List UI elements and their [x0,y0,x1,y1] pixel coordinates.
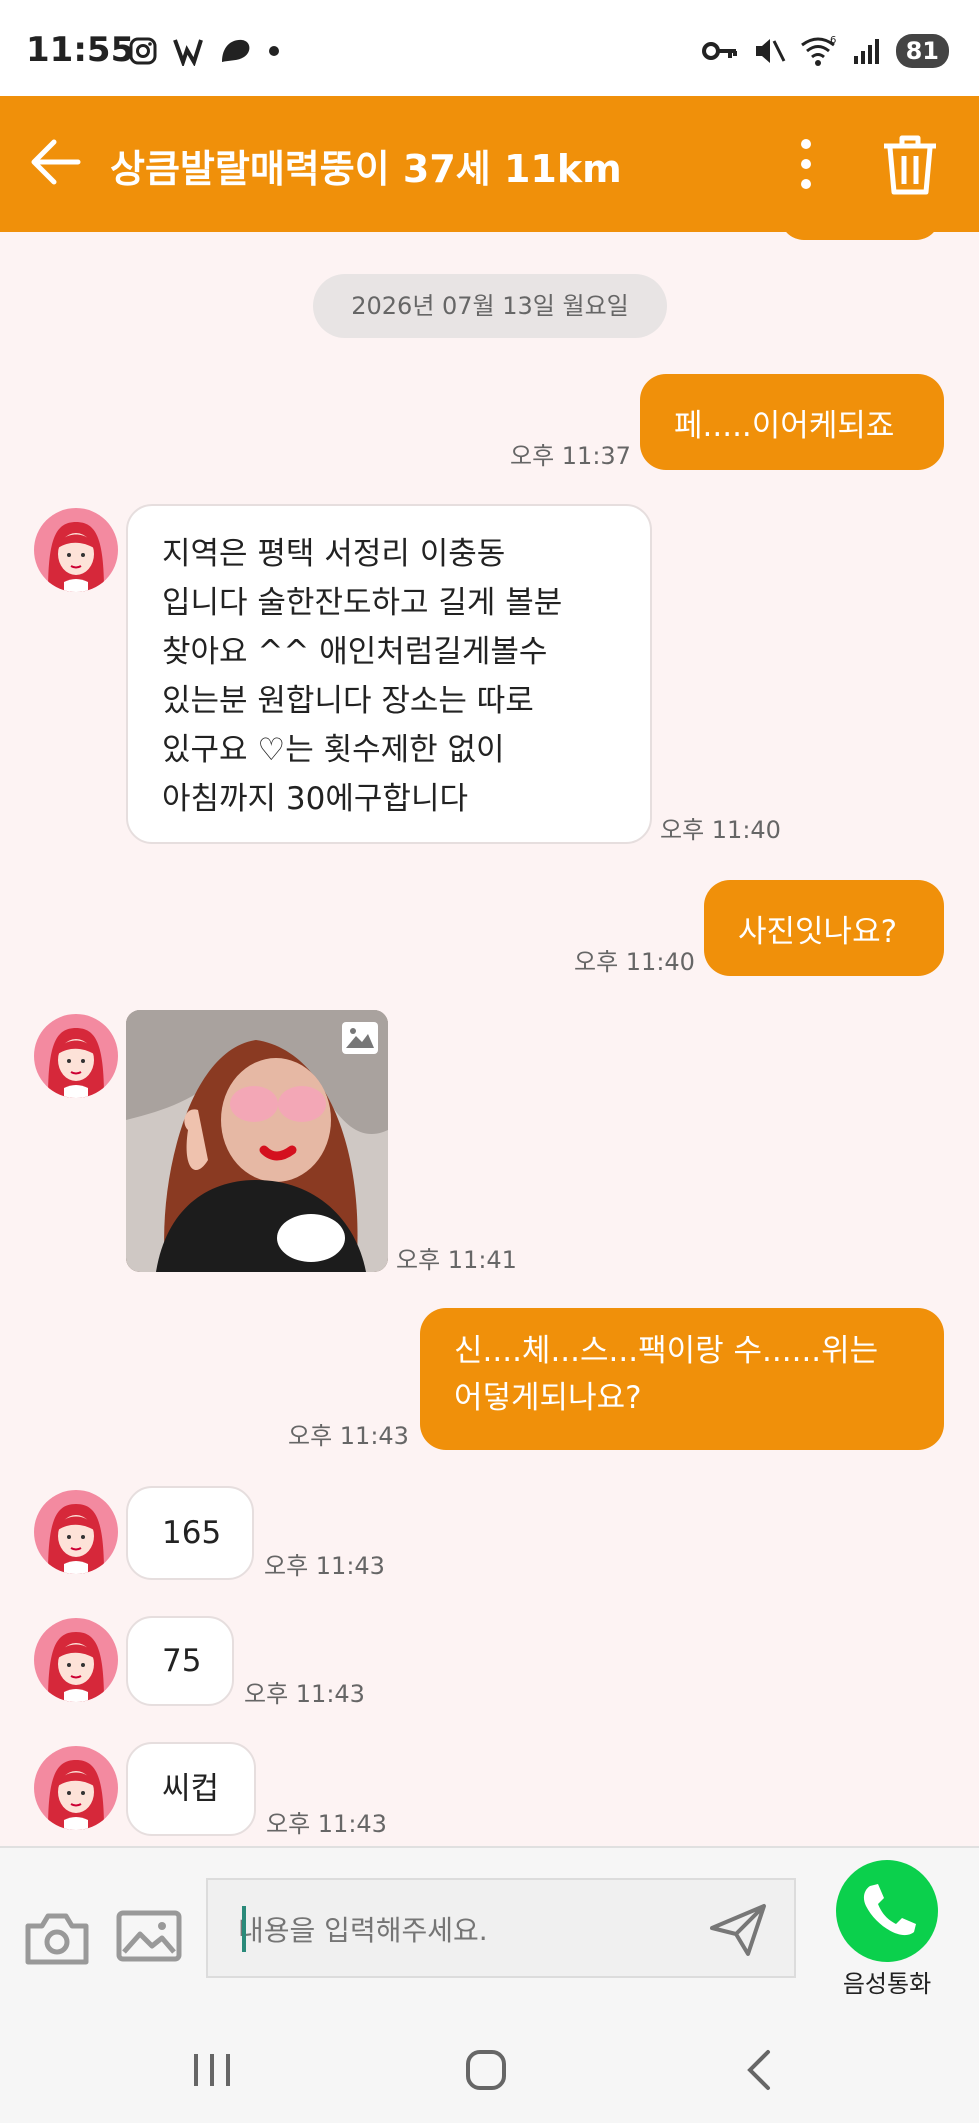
send-icon[interactable] [708,1902,768,1958]
status-time: 11:55 [26,30,135,70]
key-icon [701,42,737,60]
gallery-badge-icon [342,1022,378,1054]
camera-icon[interactable] [24,1910,90,1966]
composer-bar: 음성통화 [0,1846,979,2010]
avatar-girl-icon [48,1504,104,1574]
home-icon[interactable] [456,2040,516,2100]
voice-call-button[interactable] [836,1860,938,1962]
date-divider: 2026년 07월 13일 월요일 [313,274,667,338]
incoming-message[interactable]: 지역은 평택 서정리 이충동 입니다 술한잔도하고 길게 볼분 찾아요 ^^ 애… [126,504,652,844]
photo-attachment[interactable] [126,1010,388,1272]
message-input-box[interactable] [206,1878,796,1978]
instagram-icon [129,37,157,65]
more-menu-icon[interactable] [786,136,826,192]
avatar[interactable] [34,1746,118,1830]
battery-level: 81 [895,34,949,68]
avatar-girl-icon [48,1028,104,1098]
dot-icon [269,46,279,56]
signal-icon [853,39,879,64]
avatar[interactable] [34,1618,118,1702]
chat-app-icon [222,39,250,62]
status-right-icons: 6 81 [701,34,949,68]
voice-call-label[interactable]: 음성통화 [820,1964,954,1999]
avatar-girl-icon [48,1760,104,1830]
wifi-icon: 6 [800,35,836,66]
svg-text:6: 6 [830,35,836,46]
message-list[interactable]: 2026년 07월 13일 월요일 페.....이어케되죠 오후 11:37 지… [0,232,979,1846]
message-time: 오후 11:43 [264,1552,385,1580]
recent-apps-icon[interactable] [182,2040,242,2100]
status-bar: 11:55 6 81 [0,0,979,96]
incoming-message[interactable]: 씨컵 [126,1742,256,1836]
trash-icon[interactable] [878,132,942,198]
avatar-girl-icon [48,522,104,592]
avatar[interactable] [34,508,118,592]
outgoing-message[interactable]: 신....체...스...팩이랑 수......위는 어덯게되나요? [420,1308,944,1450]
message-time: 오후 11:37 [510,442,631,470]
app-icon [173,39,203,66]
message-time: 오후 11:43 [288,1422,409,1450]
back-nav-icon[interactable] [730,2040,790,2100]
page-title: 상큼발랄매력뚱이 37세 11km [110,147,622,191]
mute-icon [755,39,785,63]
message-time: 오후 11:41 [396,1246,517,1274]
incoming-message[interactable]: 165 [126,1486,254,1580]
chat-header: 상큼발랄매력뚱이 37세 11km [0,96,979,232]
incoming-message[interactable]: 75 [126,1616,234,1706]
message-time: 오후 11:40 [660,816,781,844]
back-arrow-icon[interactable] [26,132,86,192]
message-time: 오후 11:43 [266,1810,387,1838]
message-input[interactable] [238,1910,678,1950]
phone-icon [863,1884,916,1936]
system-navigation-bar [0,2010,979,2123]
status-left-icons [128,36,280,66]
avatar[interactable] [34,1014,118,1098]
gallery-icon[interactable] [116,1910,182,1962]
avatar[interactable] [34,1490,118,1574]
avatar-girl-icon [48,1632,104,1702]
outgoing-message[interactable]: 사진잇나요? [704,880,944,976]
text-cursor [242,1906,246,1952]
message-time: 오후 11:43 [244,1680,365,1708]
outgoing-message[interactable]: 페.....이어케되죠 [640,374,944,470]
message-time: 오후 11:40 [574,948,695,976]
